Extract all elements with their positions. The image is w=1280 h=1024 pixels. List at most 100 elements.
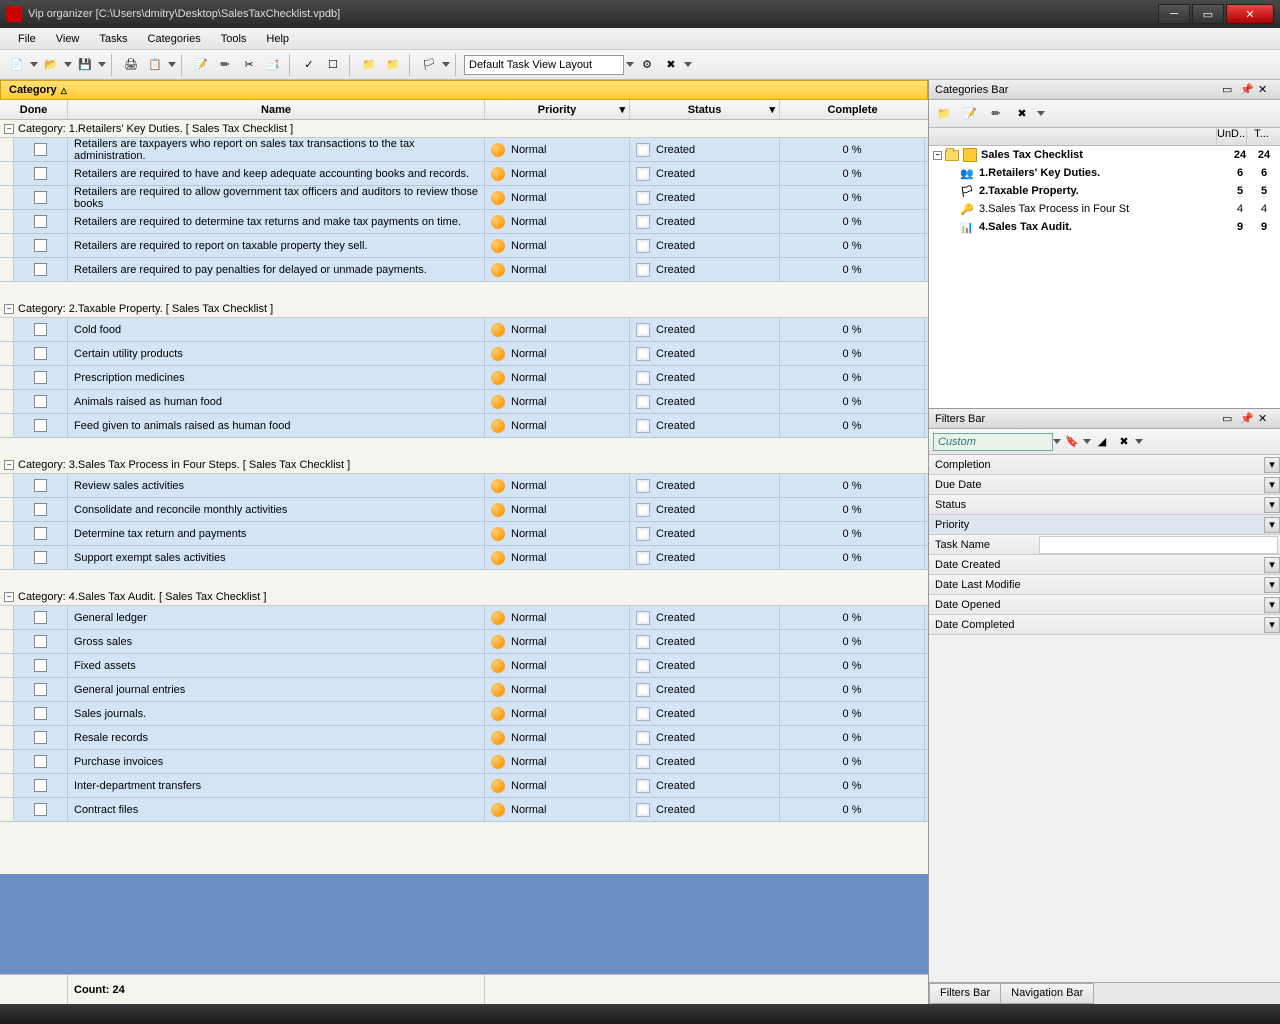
folder2-icon[interactable]: 📁 xyxy=(382,54,404,76)
chevron-down-icon[interactable]: ▾ xyxy=(1264,617,1280,633)
task-row[interactable]: Feed given to animals raised as human fo… xyxy=(0,414,928,438)
delete-task-icon[interactable]: ✂ xyxy=(238,54,260,76)
restore-icon[interactable]: ▭ xyxy=(1222,412,1236,426)
filter-action-icon[interactable]: 🔖 xyxy=(1061,431,1083,453)
done-checkbox[interactable] xyxy=(34,347,47,360)
tree-item[interactable]: 📊4.Sales Tax Audit.99 xyxy=(929,218,1280,236)
task-row[interactable]: Retailers are required to report on taxa… xyxy=(0,234,928,258)
filter-input[interactable] xyxy=(1039,536,1278,554)
pin-icon[interactable]: 📌 xyxy=(1240,83,1254,97)
tree-root[interactable]: − Sales Tax Checklist 24 24 xyxy=(929,146,1280,164)
task-row[interactable]: Contract filesNormalCreated0 % xyxy=(0,798,928,822)
task-row[interactable]: Determine tax return and paymentsNormalC… xyxy=(0,522,928,546)
group-row[interactable]: −Category: 4.Sales Tax Audit. [ Sales Ta… xyxy=(0,588,928,606)
maximize-button[interactable]: ▭ xyxy=(1192,4,1224,24)
delete-filter-icon[interactable]: ✖ xyxy=(1113,431,1135,453)
task-row[interactable]: Retailers are required to allow governme… xyxy=(0,186,928,210)
close-button[interactable]: ✕ xyxy=(1226,4,1274,24)
done-checkbox[interactable] xyxy=(34,215,47,228)
task-row[interactable]: Inter-department transfersNormalCreated0… xyxy=(0,774,928,798)
done-checkbox[interactable] xyxy=(34,371,47,384)
task-row[interactable]: Cold foodNormalCreated0 % xyxy=(0,318,928,342)
chevron-down-icon[interactable]: ▾ xyxy=(1264,497,1280,513)
col-complete[interactable]: Complete xyxy=(780,100,925,119)
chevron-down-icon[interactable]: ▾ xyxy=(1264,557,1280,573)
col-status[interactable]: Status▾ xyxy=(630,100,780,119)
done-checkbox[interactable] xyxy=(34,611,47,624)
task-row[interactable]: Consolidate and reconcile monthly activi… xyxy=(0,498,928,522)
menu-view[interactable]: View xyxy=(46,30,90,48)
collapse-icon[interactable]: − xyxy=(4,304,14,314)
task-row[interactable]: Retailers are required to determine tax … xyxy=(0,210,928,234)
tree-item[interactable]: 🏳2.Taxable Property.55 xyxy=(929,182,1280,200)
menu-file[interactable]: File xyxy=(8,30,46,48)
done-checkbox[interactable] xyxy=(34,779,47,792)
collapse-icon[interactable]: − xyxy=(4,460,14,470)
delete-category-icon[interactable]: ✖ xyxy=(1011,103,1033,125)
filter-preset-combo[interactable]: Custom xyxy=(933,433,1053,451)
task-row[interactable]: Gross salesNormalCreated0 % xyxy=(0,630,928,654)
tab-navigation-bar[interactable]: Navigation Bar xyxy=(1000,983,1094,1004)
menu-tasks[interactable]: Tasks xyxy=(89,30,137,48)
copy-icon[interactable]: 📑 xyxy=(262,54,284,76)
pin-icon[interactable]: 📌 xyxy=(1240,412,1254,426)
task-row[interactable]: Sales journals.NormalCreated0 % xyxy=(0,702,928,726)
category-group-header[interactable]: Category △ xyxy=(0,80,928,100)
page-icon[interactable]: 📋 xyxy=(144,54,166,76)
done-checkbox[interactable] xyxy=(34,527,47,540)
new-task-icon[interactable]: 📝 xyxy=(190,54,212,76)
task-row[interactable]: Resale recordsNormalCreated0 % xyxy=(0,726,928,750)
done-checkbox[interactable] xyxy=(34,755,47,768)
done-checkbox[interactable] xyxy=(34,551,47,564)
done-checkbox[interactable] xyxy=(34,191,47,204)
task-row[interactable]: Review sales activitiesNormalCreated0 % xyxy=(0,474,928,498)
col-done[interactable]: Done xyxy=(0,100,68,119)
close-panel-icon[interactable]: ✕ xyxy=(1258,83,1272,97)
done-checkbox[interactable] xyxy=(34,239,47,252)
task-row[interactable]: Prescription medicinesNormalCreated0 % xyxy=(0,366,928,390)
done-checkbox[interactable] xyxy=(34,143,47,156)
chevron-down-icon[interactable]: ▾ xyxy=(1264,457,1280,473)
done-checkbox[interactable] xyxy=(34,803,47,816)
rename-icon[interactable]: ✏ xyxy=(985,103,1007,125)
print-icon[interactable]: 🖨 xyxy=(120,54,142,76)
folder-icon[interactable]: 📁 xyxy=(358,54,380,76)
collapse-icon[interactable]: − xyxy=(933,151,942,160)
uncheck-icon[interactable]: ☐ xyxy=(322,54,344,76)
done-checkbox[interactable] xyxy=(34,683,47,696)
task-row[interactable]: Retailers are required to have and keep … xyxy=(0,162,928,186)
done-checkbox[interactable] xyxy=(34,479,47,492)
task-row[interactable]: Certain utility productsNormalCreated0 % xyxy=(0,342,928,366)
chevron-down-icon[interactable]: ▾ xyxy=(1264,477,1280,493)
chevron-down-icon[interactable]: ▾ xyxy=(1264,577,1280,593)
chevron-down-icon[interactable]: ▾ xyxy=(619,103,625,116)
done-checkbox[interactable] xyxy=(34,323,47,336)
done-checkbox[interactable] xyxy=(34,395,47,408)
chevron-down-icon[interactable]: ▾ xyxy=(1264,597,1280,613)
menu-categories[interactable]: Categories xyxy=(138,30,211,48)
collapse-icon[interactable]: − xyxy=(4,124,14,134)
task-row[interactable]: Retailers are required to pay penalties … xyxy=(0,258,928,282)
col-name[interactable]: Name xyxy=(68,100,485,119)
done-checkbox[interactable] xyxy=(34,167,47,180)
task-row[interactable]: Animals raised as human foodNormalCreate… xyxy=(0,390,928,414)
task-row[interactable]: General journal entriesNormalCreated0 % xyxy=(0,678,928,702)
task-row[interactable]: Support exempt sales activitiesNormalCre… xyxy=(0,546,928,570)
minimize-button[interactable]: ─ xyxy=(1158,4,1190,24)
categories-tree[interactable]: UnD... T... − Sales Tax Checklist 24 24 … xyxy=(929,128,1280,408)
close-panel-icon[interactable]: ✕ xyxy=(1258,412,1272,426)
chevron-down-icon[interactable]: ▾ xyxy=(1264,517,1280,533)
flag-icon[interactable]: 🏳 xyxy=(418,54,440,76)
done-checkbox[interactable] xyxy=(34,707,47,720)
menu-tools[interactable]: Tools xyxy=(211,30,257,48)
done-checkbox[interactable] xyxy=(34,731,47,744)
check-icon[interactable]: ✓ xyxy=(298,54,320,76)
restore-icon[interactable]: ▭ xyxy=(1222,83,1236,97)
done-checkbox[interactable] xyxy=(34,263,47,276)
done-checkbox[interactable] xyxy=(34,659,47,672)
clear-icon[interactable]: ✖ xyxy=(660,54,682,76)
erase-icon[interactable]: ◢ xyxy=(1091,431,1113,453)
layout-combo[interactable]: Default Task View Layout xyxy=(464,55,624,75)
menu-help[interactable]: Help xyxy=(256,30,299,48)
task-row[interactable]: Fixed assetsNormalCreated0 % xyxy=(0,654,928,678)
